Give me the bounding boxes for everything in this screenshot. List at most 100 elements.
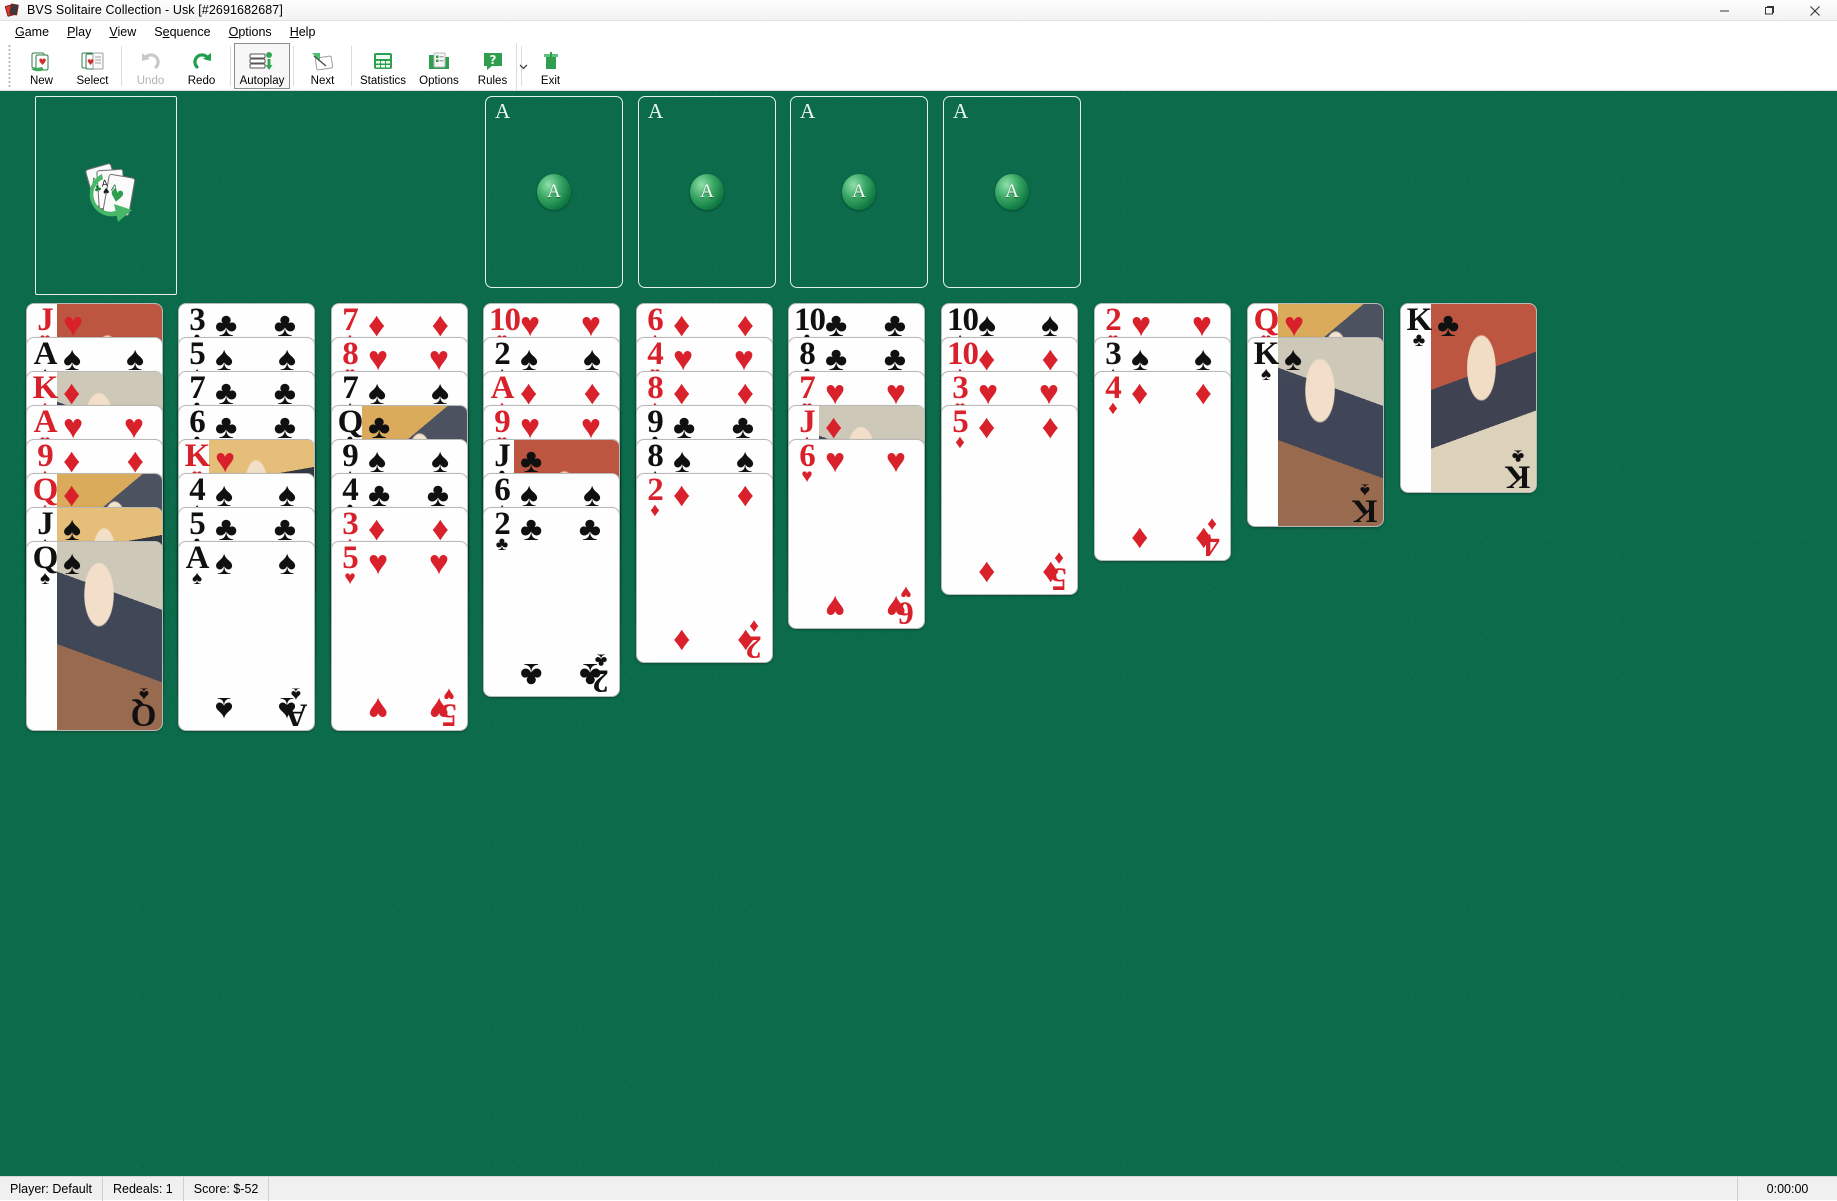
foundation-pile-2[interactable]: A A <box>638 96 776 288</box>
next-icon <box>309 48 337 74</box>
menu-play[interactable]: Play <box>58 23 100 41</box>
card-2-diamonds[interactable]: 2♦♦♦2♦♦♦ <box>636 473 773 663</box>
window-title: BVS Solitaire Collection - Usk [#2691682… <box>27 3 283 17</box>
exit-button[interactable]: Exit <box>525 43 576 89</box>
card-suit-pip-bottom-left: ♦ <box>978 556 995 590</box>
rules-button-label: Rules <box>478 75 507 87</box>
tableau-column-6[interactable]: 10♣♣♣8♣♣♣7♥♥♥J♦♦6♥♥♥6♥♥♥ <box>788 303 928 631</box>
card-rank-index: K♠ <box>1253 339 1279 384</box>
tableau-column-9[interactable]: Q♥♥K♠♠K♠ <box>1247 303 1387 529</box>
select-button[interactable]: ♥ Select <box>67 43 118 89</box>
autoplay-icon <box>248 48 276 74</box>
options-button-label: Options <box>419 75 459 87</box>
card-suit-pip-left: ♦ <box>673 478 690 512</box>
svg-text:?: ? <box>489 53 496 67</box>
card-6-hearts[interactable]: 6♥♥♥6♥♥♥ <box>788 439 925 629</box>
close-icon[interactable] <box>1792 0 1837 21</box>
card-2-clubs[interactable]: 2♣♣♣2♣♣♣ <box>483 507 620 697</box>
exit-icon <box>538 48 564 74</box>
statistics-button[interactable]: Statistics <box>355 43 411 89</box>
card-suit-pip-right: ♦ <box>737 478 754 512</box>
rules-button[interactable]: ? Rules <box>467 43 518 89</box>
foundation-pile-3[interactable]: A A <box>790 96 928 288</box>
toolbar-separator-2 <box>230 46 231 86</box>
card-rank-index: 2♣ <box>489 509 515 554</box>
card-suit-pip-bottom-left: ♠ <box>215 692 233 726</box>
card-suit-pip-bottom-left: ♦ <box>673 624 690 658</box>
card-suit-pip-left: ♣ <box>1437 308 1459 342</box>
foundation-badge-1: A <box>537 174 571 210</box>
autoplay-button[interactable]: Autoplay <box>234 43 290 89</box>
menu-game[interactable]: Game <box>6 23 58 41</box>
card-suit-pip-left: ♥ <box>825 444 845 478</box>
status-time: 0:00:00 <box>1737 1177 1837 1201</box>
toolbar: ♥ New ♥ Select Undo <box>0 43 1837 91</box>
game-table[interactable]: A ♣ A ♠ A ♥ A A A A A A A A J♥♥A♠♠♠K♦♦A♥… <box>0 91 1837 1176</box>
card-suit-pip-right: ♥ <box>429 546 449 580</box>
menu-bar: Game Play View Sequence Options Help <box>0 21 1837 43</box>
foundation-pile-1[interactable]: A A <box>485 96 623 288</box>
undo-button-label: Undo <box>137 75 165 87</box>
foundation-badge-2: A <box>690 174 724 210</box>
tableau-column-2[interactable]: 3♣♣♣5♠♠♠7♣♣♣6♣♣♣K♥♥4♠♠♠5♣♣♣A♠♠♠A♠♠♠ <box>178 303 318 733</box>
card-suit-pip-right: ♣ <box>579 512 601 546</box>
tableau-column-10[interactable]: K♣♣K♣ <box>1400 303 1540 495</box>
tableau-column-3[interactable]: 7♦♦♦8♥♥♥7♠♠♠Q♣♣9♠♠♠4♣♣♣3♦♦♦5♥♥♥5♥♥♥ <box>331 303 471 733</box>
card-5-hearts[interactable]: 5♥♥♥5♥♥♥ <box>331 541 468 731</box>
foundation-badge-4: A <box>995 174 1029 210</box>
new-button[interactable]: ♥ New <box>16 43 67 89</box>
card-5-diamonds[interactable]: 5♦♦♦5♦♦♦ <box>941 405 1078 595</box>
tableau-column-8[interactable]: 2♥♥♥3♠♠♠4♦♦♦4♦♦♦ <box>1094 303 1234 563</box>
tableau-column-7[interactable]: 10♠♠♠10♦♦♦3♥♥♥5♦♦♦5♦♦♦ <box>941 303 1081 597</box>
card-suit-pip-bottom-left: ♥ <box>825 590 845 624</box>
options-button[interactable]: Options <box>411 43 467 89</box>
redo-icon <box>189 48 215 74</box>
menu-sequence[interactable]: Sequence <box>145 23 219 41</box>
card-rank-index: 6♥ <box>794 441 820 486</box>
card-rank-index-corner: Q♠ <box>131 684 157 729</box>
new-game-icon: ♥ <box>29 48 55 74</box>
redo-button-label: Redo <box>188 75 216 87</box>
toolbar-grip[interactable] <box>6 44 13 88</box>
card-suit-pip-left: ♠ <box>215 546 233 580</box>
menu-help[interactable]: Help <box>281 23 325 41</box>
card-K-spades[interactable]: K♠♠K♠ <box>1247 337 1384 527</box>
card-suit-pip-bottom-left: ♣ <box>520 658 542 692</box>
tableau-column-4[interactable]: 10♥♥♥2♠♠♠A♦♦♦9♥♥♥J♣♣6♠♠♠2♣♣♣2♣♣♣ <box>483 303 623 699</box>
stock-recycle-aces-icon: A ♣ A ♠ A ♥ <box>66 158 146 234</box>
card-suit-pip-right: ♠ <box>278 546 296 580</box>
stock-pile[interactable]: A ♣ A ♠ A ♥ <box>35 96 177 295</box>
card-suit-pip-bottom-left: ♦ <box>1131 522 1148 556</box>
card-rank-index: 5♦ <box>947 407 973 452</box>
card-rank-index: Q♠ <box>32 543 58 588</box>
title-bar: BVS Solitaire Collection - Usk [#2691682… <box>0 0 1837 21</box>
card-A-spades[interactable]: A♠♠♠A♠♠♠ <box>178 541 315 731</box>
status-redeals: Redeals: 1 <box>103 1177 184 1201</box>
tableau-column-1[interactable]: J♥♥A♠♠♠K♦♦A♥♥♥9♦♦♦Q♦♦J♠♠Q♠♠Q♠ <box>26 303 166 733</box>
card-suit-pip-bottom-right: ♥ <box>886 590 906 624</box>
card-rank-index: K♣ <box>1406 305 1432 350</box>
toolbar-overflow-icon[interactable] <box>516 43 529 90</box>
card-K-clubs[interactable]: K♣♣K♣ <box>1400 303 1537 493</box>
undo-icon <box>138 48 164 74</box>
menu-options[interactable]: Options <box>220 23 281 41</box>
next-button-label: Next <box>311 75 335 87</box>
card-suit-pip-bottom-right: ♦ <box>1195 522 1212 556</box>
toolbar-separator <box>121 46 122 86</box>
menu-view[interactable]: View <box>100 23 145 41</box>
next-button[interactable]: Next <box>297 43 348 89</box>
card-rank-index: 2♦ <box>642 475 668 520</box>
foundation-corner-label-3: A <box>800 101 815 122</box>
maximize-icon[interactable] <box>1747 0 1792 21</box>
foundation-pile-4[interactable]: A A <box>943 96 1081 288</box>
card-suit-pip-right: ♥ <box>886 444 906 478</box>
card-4-diamonds[interactable]: 4♦♦♦4♦♦♦ <box>1094 371 1231 561</box>
foundation-corner-label-1: A <box>495 101 510 122</box>
redo-button[interactable]: Redo <box>176 43 227 89</box>
card-Q-spades[interactable]: Q♠♠Q♠ <box>26 541 163 731</box>
card-rank-index-corner: K♠ <box>1352 480 1378 525</box>
card-suit-pip-bottom-right: ♦ <box>1042 556 1059 590</box>
minimize-icon[interactable] <box>1702 0 1747 21</box>
card-rank-index: 5♥ <box>337 543 363 588</box>
tableau-column-5[interactable]: 6♦♦♦4♥♥♥8♦♦♦9♣♣♣8♠♠♠2♦♦♦2♦♦♦ <box>636 303 776 665</box>
